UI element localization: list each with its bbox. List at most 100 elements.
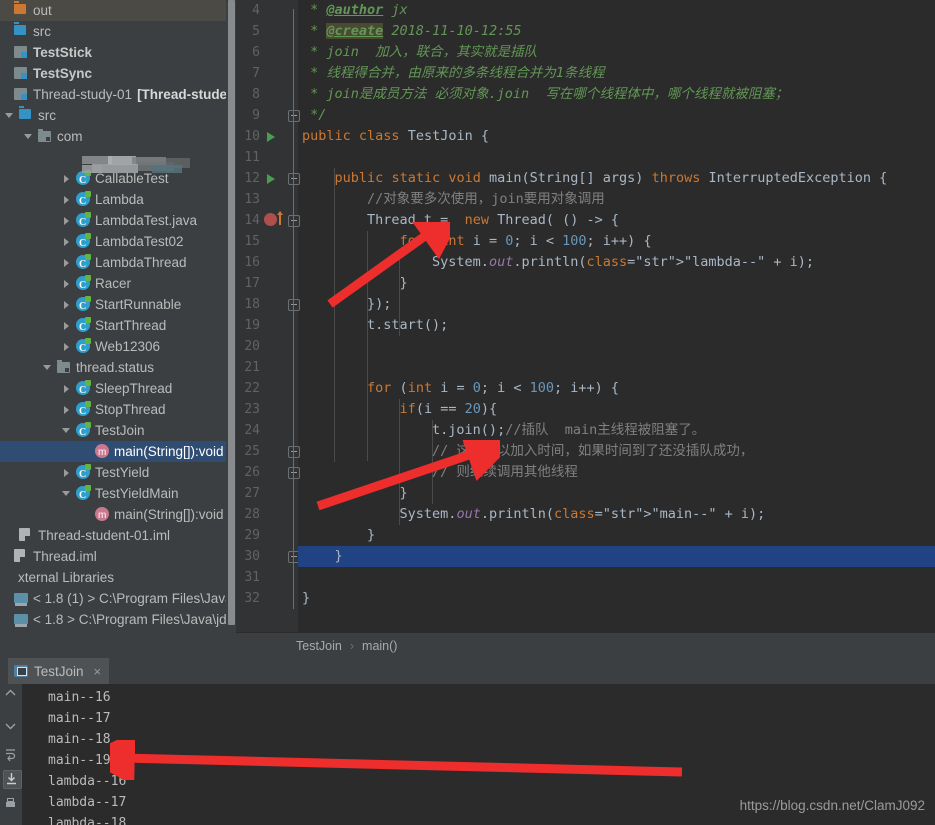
run-gutter-icon[interactable] (266, 126, 278, 147)
code-line[interactable]: //对象要多次使用，join要用对象调用 (298, 189, 605, 210)
code-line[interactable]: Thread t = new Thread( () -> { (298, 210, 619, 231)
chevron-right-icon[interactable] (62, 173, 73, 184)
scroll-to-end-icon[interactable] (3, 770, 22, 789)
tree-item-thread-status[interactable]: thread.status (0, 357, 228, 378)
class-icon (76, 233, 91, 254)
code-line[interactable]: public static void main(String[] args) t… (298, 168, 888, 189)
code-line[interactable]: } (298, 273, 408, 294)
tree-item--1-8-1-c-program-files-java-jdl[interactable]: < 1.8 (1) > C:\Program Files\Java\jdl (0, 588, 236, 609)
tree-item-testyieldmain[interactable]: TestYieldMain (0, 483, 228, 506)
chevron-right-icon[interactable] (62, 257, 73, 268)
line-number: 19 (244, 318, 260, 333)
print-icon[interactable] (3, 796, 20, 813)
run-gutter-icon[interactable] (266, 168, 278, 189)
breadcrumb-method[interactable]: main() (362, 639, 397, 653)
tree-item-testyield[interactable]: TestYield (0, 462, 228, 485)
tree-item-label: StopThread (95, 402, 166, 417)
code-line[interactable]: */ (298, 105, 326, 126)
chevron-right-icon[interactable] (62, 278, 73, 289)
code-line[interactable]: System.out.println(class="str">"lambda--… (298, 252, 814, 273)
code-line[interactable]: } (298, 588, 310, 609)
tree-item-lambdatest-java[interactable]: LambdaTest.java (0, 210, 228, 233)
chevron-down-icon[interactable] (62, 488, 73, 499)
tree-item-racer[interactable]: Racer (0, 273, 228, 296)
chevron-down-icon[interactable] (62, 425, 73, 436)
chevron-right-icon[interactable] (62, 467, 73, 478)
tree-item-stopthread[interactable]: StopThread (0, 399, 228, 422)
tree-item-testjoin[interactable]: TestJoin (0, 420, 228, 443)
breadcrumb-class[interactable]: TestJoin (296, 639, 342, 653)
chevron-right-icon[interactable] (62, 215, 73, 226)
tree-item-label: Thread-study-01 (33, 87, 133, 102)
sidebar-scrollbar[interactable] (228, 0, 235, 625)
chevron-right-icon[interactable] (62, 194, 73, 205)
code-line[interactable]: } (298, 483, 408, 504)
chevron-right-icon[interactable] (62, 320, 73, 331)
code-line[interactable]: * 线程得合并，由原来的多条线程合并为1条线程 (298, 63, 604, 84)
code-line[interactable]: public class TestJoin { (298, 126, 489, 147)
code-text-area[interactable]: * @author jx * @create 2018-11-10-12:55 … (298, 0, 935, 632)
tree-item-startrunnable[interactable]: StartRunnable (0, 294, 228, 317)
code-line[interactable]: } (298, 546, 935, 567)
chevron-down-icon[interactable] (24, 131, 35, 142)
tree-item-thread-study-01[interactable]: Thread-study-01 [Thread-student-0 (0, 84, 236, 105)
tree-item-lambda[interactable]: Lambda (0, 189, 228, 212)
line-number: 9 (252, 108, 260, 123)
tree-item-out[interactable]: out (0, 0, 228, 21)
code-line[interactable] (298, 357, 302, 378)
tree-item-sleepthread[interactable]: SleepThread (0, 378, 228, 401)
tree-item-label: src (33, 24, 51, 39)
breadcrumb[interactable]: TestJoin › main() (236, 632, 935, 659)
tree-item-thread-iml[interactable]: Thread.iml (0, 546, 228, 567)
chevron-up-icon[interactable] (3, 686, 20, 703)
code-line[interactable]: // 这里可以加入时间，如果时间到了还没插队成功， (298, 441, 753, 462)
chevron-down-icon[interactable] (5, 110, 16, 121)
tree-item-web12306[interactable]: Web12306 (0, 336, 228, 359)
tree-item-com[interactable]: com (0, 126, 228, 147)
code-editor[interactable]: 4 5 6 7 8 9 10 11 12 13 14 15 16 17 18 19 20 21 22 23 24 25 26… (236, 0, 935, 632)
editor-gutter[interactable]: 4 5 6 7 8 9 10 11 12 13 14 15 16 17 18 19 20 21 22 23 24 25 26… (236, 0, 300, 632)
code-line[interactable]: * join是成员方法 必须对象.join 写在哪个线程体中，哪个线程就被阻塞； (298, 84, 788, 105)
console-tab-bar[interactable]: TestJoin × (0, 658, 935, 684)
chevron-right-icon[interactable] (62, 341, 73, 352)
code-line[interactable] (298, 567, 302, 588)
code-line[interactable]: t.start(); (298, 315, 448, 336)
tree-item-lambdathread[interactable]: LambdaThread (0, 252, 228, 275)
tree-item-startthread[interactable]: StartThread (0, 315, 228, 338)
tree-item-testsync[interactable]: TestSync (0, 63, 228, 84)
code-line[interactable] (298, 147, 302, 168)
code-line[interactable] (298, 336, 302, 357)
tree-item-lambdatest02[interactable]: LambdaTest02 (0, 231, 228, 254)
close-icon[interactable]: × (94, 664, 102, 679)
chevron-down-icon[interactable] (3, 718, 20, 735)
chevron-right-icon[interactable] (62, 299, 73, 310)
code-line[interactable]: t.join();//插队 main主线程被阻塞了。 (298, 420, 705, 441)
code-line[interactable]: for (int i = 0; i < 100; i++) { (298, 378, 619, 399)
console-tab-testjoin[interactable]: TestJoin × (8, 658, 110, 684)
tree-item--1-8-c-program-files-java-jdk1-8[interactable]: < 1.8 > C:\Program Files\Java\jdk1.8 (0, 609, 236, 630)
tree-item-src[interactable]: src (0, 105, 228, 126)
code-line[interactable]: } (298, 525, 375, 546)
code-line[interactable]: for (int i = 0; i < 100; i++) { (298, 231, 652, 252)
code-line[interactable]: }); (298, 294, 391, 315)
code-line[interactable]: // 则继续调用其他线程 (298, 462, 578, 483)
code-line[interactable]: System.out.println(class="str">"main--" … (298, 504, 766, 525)
chevron-down-icon[interactable] (43, 362, 54, 373)
project-tree-panel[interactable]: out src TestStick TestSync Thread-study-01 [T… (0, 0, 236, 658)
code-line[interactable]: if(i == 20){ (298, 399, 498, 420)
console-toolbar[interactable] (0, 684, 22, 825)
chevron-right-icon[interactable] (62, 404, 73, 415)
code-line[interactable]: * @create 2018-11-10-12:55 (298, 21, 521, 42)
chevron-right-icon[interactable] (62, 236, 73, 247)
code-line[interactable]: * @author jx (298, 0, 408, 21)
soft-wrap-icon[interactable] (3, 746, 20, 763)
tree-item-thread-student-01-iml[interactable]: Thread-student-01.iml (0, 525, 228, 546)
chevron-right-icon[interactable] (62, 383, 73, 394)
code-line[interactable]: * join 加入，联合，其实就是插队 (298, 42, 537, 63)
tree-item-main-string-void[interactable]: main(String[]):void (0, 504, 228, 526)
tree-item-main-string-void[interactable]: main(String[]):void (0, 441, 228, 463)
library-icon (14, 612, 29, 627)
tree-item-xternal-libraries[interactable]: xternal Libraries (0, 567, 228, 588)
tree-item-teststick[interactable]: TestStick (0, 42, 228, 63)
tree-item-src[interactable]: src (0, 21, 228, 42)
